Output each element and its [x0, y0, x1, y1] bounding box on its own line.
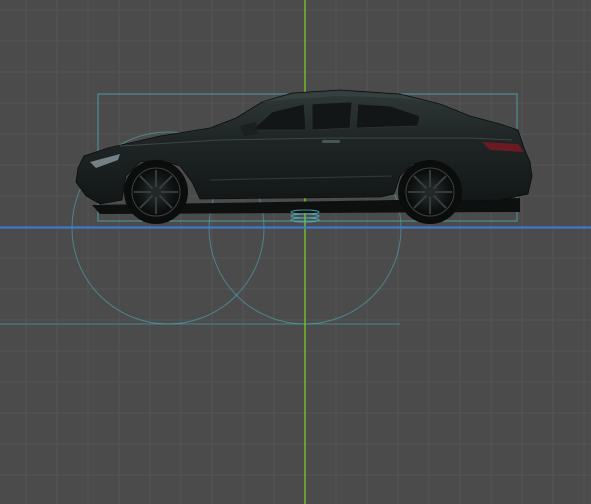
viewport-canvas[interactable] — [0, 0, 591, 504]
viewport-grid — [0, 0, 591, 504]
door-handle — [322, 140, 340, 143]
front-wheel — [124, 160, 188, 224]
car-model[interactable] — [75, 89, 533, 224]
rear-wheel — [398, 160, 462, 224]
rear-window — [311, 101, 353, 131]
3d-viewport[interactable] — [0, 0, 591, 504]
